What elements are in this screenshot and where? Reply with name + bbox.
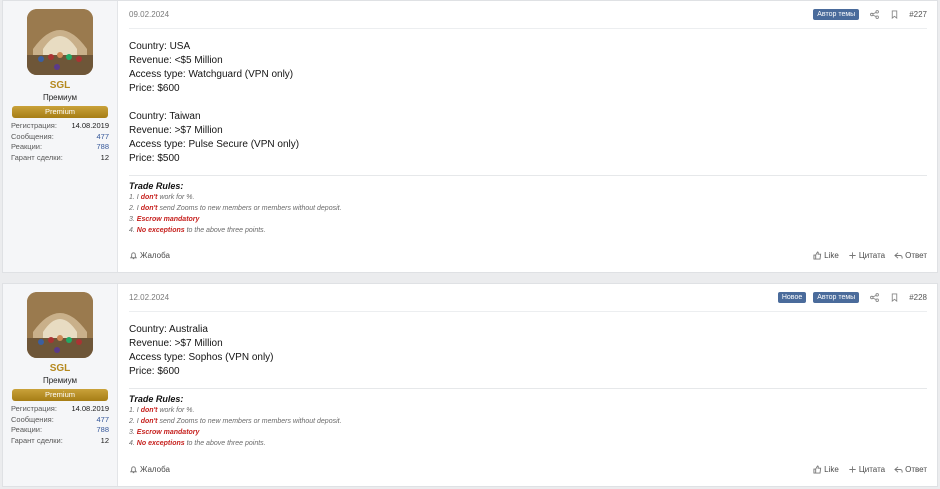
stat-guarantee: Гарант сделки: 12	[11, 435, 109, 445]
reply-icon	[894, 466, 903, 473]
avatar[interactable]	[27, 9, 93, 75]
rule-1: 1. I don't work for %.	[129, 407, 195, 414]
rule-2: 2. I don't send Zooms to new members or …	[129, 418, 342, 425]
stat-reactions: Реакции: 788	[11, 142, 109, 151]
post-number[interactable]: #227	[909, 10, 927, 19]
offer-line: Revenue: >$7 Million	[129, 338, 223, 349]
reply-button[interactable]: Ответ	[894, 465, 927, 474]
post-main: 12.02.2024 Новое Автор темы #228 Country…	[118, 284, 937, 486]
post-date[interactable]: 12.02.2024	[129, 293, 771, 302]
bell-icon	[129, 252, 138, 260]
author-tag: Автор темы	[813, 9, 860, 20]
post-footer: Жалоба Like Цитата Ответ	[129, 465, 927, 474]
post-main: 09.02.2024 Автор темы #227 Country: USA …	[118, 1, 937, 272]
user-title: Премиум	[42, 376, 78, 385]
share-icon[interactable]	[870, 293, 880, 302]
post-header: 12.02.2024 Новое Автор темы #228	[129, 284, 927, 312]
stat-registration: Регистрация: 14.08.2019	[11, 121, 109, 130]
thumbs-up-icon	[813, 251, 822, 260]
post-footer: Жалоба Like Цитата Ответ	[129, 251, 927, 260]
reply-button[interactable]: Ответ	[894, 251, 927, 260]
rules-title: Trade Rules:	[129, 394, 184, 404]
stat-messages: Сообщения: 477	[11, 414, 109, 424]
rule-3: 3. Escrow mandatory	[129, 429, 200, 436]
premium-badge: Premium	[12, 389, 108, 401]
offer-line: Country: Taiwan	[129, 111, 201, 122]
offer-line: Access type: Pulse Secure (VPN only)	[129, 139, 300, 150]
offer-line: Access type: Sophos (VPN only)	[129, 352, 274, 363]
offer-line: Revenue: <$5 Million	[129, 55, 223, 66]
reply-icon	[894, 252, 903, 259]
thumbs-up-icon	[813, 465, 822, 474]
avatar[interactable]	[27, 292, 93, 358]
rule-4: 4. No exceptions to the above three poin…	[129, 440, 266, 447]
new-tag: Новое	[777, 292, 807, 303]
report-button[interactable]: Жалоба	[129, 251, 170, 260]
user-panel: SGL Премиум Premium Регистрация: 14.08.20…	[3, 284, 118, 486]
bell-icon	[129, 466, 138, 474]
premium-badge: Premium	[12, 106, 108, 118]
rules-title: Trade Rules:	[129, 181, 184, 191]
post-227: SGL Премиум Premium Регистрация: 14.08.20…	[2, 0, 938, 273]
post-body: Country: USA Revenue: <$5 Million Access…	[129, 29, 927, 236]
rule-4: 4. No exceptions to the above three poin…	[129, 227, 266, 234]
bookmark-icon[interactable]	[890, 293, 899, 303]
like-button[interactable]: Like	[813, 251, 839, 260]
bookmark-icon[interactable]	[890, 10, 899, 20]
offer-line: Price: $600	[129, 366, 180, 377]
quote-button[interactable]: Цитата	[848, 251, 885, 260]
stat-reactions: Реакции: 788	[11, 425, 109, 434]
user-stats: Регистрация: 14.08.2019 Сообщения: 477 Реа…	[11, 404, 109, 446]
user-title: Премиум	[42, 93, 78, 102]
offer-line: Price: $600	[129, 83, 180, 94]
post-header: 09.02.2024 Автор темы #227	[129, 1, 927, 29]
rule-1: 1. I don't work for %.	[129, 194, 195, 201]
signature-divider	[129, 175, 927, 176]
offer-line: Access type: Watchguard (VPN only)	[129, 69, 294, 80]
offer-line: Country: Australia	[129, 324, 208, 335]
offer-line: Country: USA	[129, 41, 191, 52]
post-date[interactable]: 09.02.2024	[129, 10, 806, 19]
post-number[interactable]: #228	[909, 293, 927, 302]
user-stats: Регистрация: 14.08.2019 Сообщения: 477 Реа…	[11, 121, 109, 163]
report-button[interactable]: Жалоба	[129, 465, 170, 474]
rule-2: 2. I don't send Zooms to new members or …	[129, 205, 342, 212]
stat-registration: Регистрация: 14.08.2019	[11, 404, 109, 413]
quote-button[interactable]: Цитата	[848, 465, 885, 474]
post-228: SGL Премиум Premium Регистрация: 14.08.20…	[2, 283, 938, 487]
post-body: Country: Australia Revenue: >$7 Million …	[129, 312, 927, 449]
stat-guarantee: Гарант сделки: 12	[11, 152, 109, 162]
plus-icon	[849, 252, 856, 259]
offer-line: Price: $500	[129, 153, 180, 164]
offer-line: Revenue: >$7 Million	[129, 125, 223, 136]
signature-divider	[129, 388, 927, 389]
username[interactable]: SGL	[50, 80, 71, 91]
plus-icon	[849, 466, 856, 473]
user-panel: SGL Премиум Premium Регистрация: 14.08.20…	[3, 1, 118, 272]
stat-messages: Сообщения: 477	[11, 131, 109, 141]
username[interactable]: SGL	[50, 363, 71, 374]
author-tag: Автор темы	[813, 292, 860, 303]
like-button[interactable]: Like	[813, 465, 839, 474]
rule-3: 3. Escrow mandatory	[129, 216, 200, 223]
share-icon[interactable]	[870, 10, 880, 19]
